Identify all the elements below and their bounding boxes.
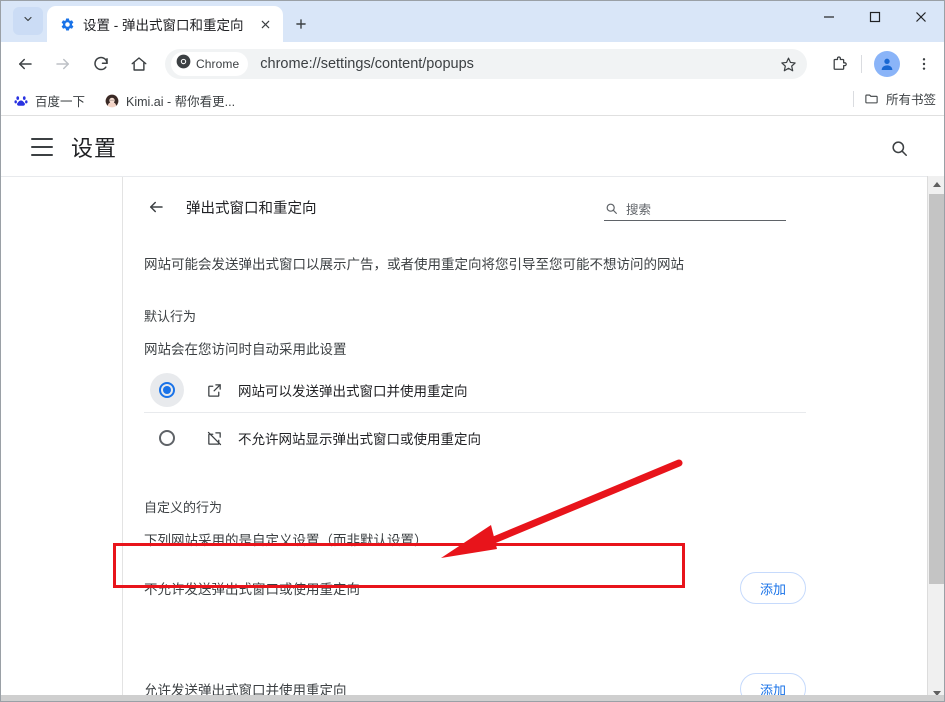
search-icon <box>604 201 619 216</box>
bookmark-star-icon[interactable] <box>775 51 801 77</box>
radio-ring-checked <box>159 382 175 398</box>
allow-popups-label: 网站可以发送弹出式窗口并使用重定向 <box>238 384 468 399</box>
window-bottom-edge <box>1 695 944 701</box>
back-arrow-icon[interactable] <box>11 50 39 78</box>
minimize-button[interactable] <box>806 1 852 33</box>
section-header: 弹出式窗口和重定向 <box>144 195 317 219</box>
section-title: 弹出式窗口和重定向 <box>186 200 317 217</box>
browser-window: 设置 - 弹出式窗口和重定向 Chrome chrome://settings/… <box>0 0 945 702</box>
window-controls <box>806 1 944 33</box>
all-bookmarks-button[interactable]: 所有书签 <box>852 89 936 108</box>
chevron-up-icon <box>932 182 941 187</box>
section-description: 网站可能会发送弹出式窗口以展示广告，或者使用重定向将您引导至您可能不想访问的网站 <box>144 257 684 272</box>
chrome-chip-label: Chrome <box>196 57 240 71</box>
settings-search-placeholder: 搜索 <box>626 203 652 217</box>
bookmark-item-kimi[interactable]: Kimi.ai - 帮你看更... <box>97 89 242 113</box>
folder-icon <box>864 91 880 107</box>
browser-tab[interactable]: 设置 - 弹出式窗口和重定向 <box>47 6 283 42</box>
extensions-puzzle-icon[interactable] <box>825 50 853 78</box>
all-bookmarks-label: 所有书签 <box>885 93 936 107</box>
chrome-chip: Chrome <box>171 52 249 76</box>
bookmark-label: Kimi.ai - 帮你看更... <box>126 95 236 109</box>
section-back-button[interactable] <box>144 195 168 219</box>
block-popups-label: 不允许网站显示弹出式窗口或使用重定向 <box>238 432 481 447</box>
chevron-down-icon <box>22 12 34 30</box>
radio-dot <box>163 386 171 394</box>
block-popups-radio-button[interactable] <box>150 421 184 455</box>
bookmarks-bar: 百度一下 Kimi.ai - 帮你看更... 所有书签 <box>1 86 944 116</box>
scrollbar-thumb[interactable] <box>929 194 944 584</box>
add-block-exception-button[interactable]: 添加 <box>740 572 806 604</box>
block-exceptions-group: 不允许发送弹出式窗口或使用重定向 添加 <box>144 560 806 616</box>
scroll-up-button[interactable] <box>928 176 944 193</box>
settings-search-input[interactable]: 搜索 <box>604 197 786 221</box>
open-in-new-off-icon <box>204 428 224 448</box>
address-bar[interactable]: Chrome chrome://settings/content/popups <box>165 49 807 79</box>
maximize-button[interactable] <box>852 1 898 33</box>
bookmarks-divider <box>852 90 854 107</box>
custom-behavior-heading: 自定义的行为 <box>144 500 223 515</box>
three-dot-menu-icon[interactable] <box>910 50 938 78</box>
tab-search-button[interactable] <box>13 7 43 35</box>
open-in-new-icon <box>204 380 224 400</box>
tab-close-button[interactable] <box>255 14 275 34</box>
allow-popups-radio-button[interactable] <box>150 373 184 407</box>
toolbar-divider <box>861 55 862 73</box>
vertical-scrollbar[interactable] <box>927 176 944 701</box>
page-title: 设置 <box>71 135 118 161</box>
settings-gear-icon <box>59 16 75 32</box>
chrome-logo-icon <box>176 54 191 74</box>
bookmark-label: 百度一下 <box>35 95 86 109</box>
custom-behavior-subtext: 下列网站采用的是自定义设置（而非默认设置） <box>144 533 428 548</box>
reload-icon[interactable] <box>87 50 115 78</box>
tab-title: 设置 - 弹出式窗口和重定向 <box>83 18 244 33</box>
bookmark-item-baidu[interactable]: 百度一下 <box>6 89 92 113</box>
settings-header: 设置 <box>1 117 944 176</box>
block-popups-radio-row[interactable]: 不允许网站显示弹出式窗口或使用重定向 <box>144 416 806 460</box>
profile-avatar-icon[interactable] <box>874 51 900 77</box>
new-tab-button[interactable] <box>289 12 313 36</box>
close-button[interactable] <box>898 1 944 33</box>
search-icon[interactable] <box>888 137 910 159</box>
home-icon[interactable] <box>125 50 153 78</box>
default-behavior-subtext: 网站会在您访问时自动采用此设置 <box>144 342 347 357</box>
baidu-favicon-icon <box>13 93 29 109</box>
default-behavior-heading: 默认行为 <box>144 309 197 324</box>
settings-body: 弹出式窗口和重定向 搜索 网站可能会发送弹出式窗口以展示广告，或者使用重定向将您… <box>1 176 944 701</box>
browser-toolbar: Chrome chrome://settings/content/popups <box>1 42 944 86</box>
forward-arrow-icon[interactable] <box>49 50 77 78</box>
allow-popups-radio-row[interactable]: 网站可以发送弹出式窗口并使用重定向 <box>144 368 806 412</box>
option-divider <box>144 412 806 413</box>
radio-ring-unchecked <box>159 430 175 446</box>
toolbar-right-actions <box>815 50 944 78</box>
address-bar-url: chrome://settings/content/popups <box>260 56 474 72</box>
block-exceptions-label: 不允许发送弹出式窗口或使用重定向 <box>144 582 360 597</box>
hamburger-menu-icon[interactable] <box>31 137 53 156</box>
kimi-favicon-icon <box>104 93 120 109</box>
settings-sidebar <box>1 177 123 701</box>
settings-content-card: 弹出式窗口和重定向 搜索 网站可能会发送弹出式窗口以展示广告，或者使用重定向将您… <box>124 177 906 701</box>
tab-strip: 设置 - 弹出式窗口和重定向 <box>1 1 944 42</box>
